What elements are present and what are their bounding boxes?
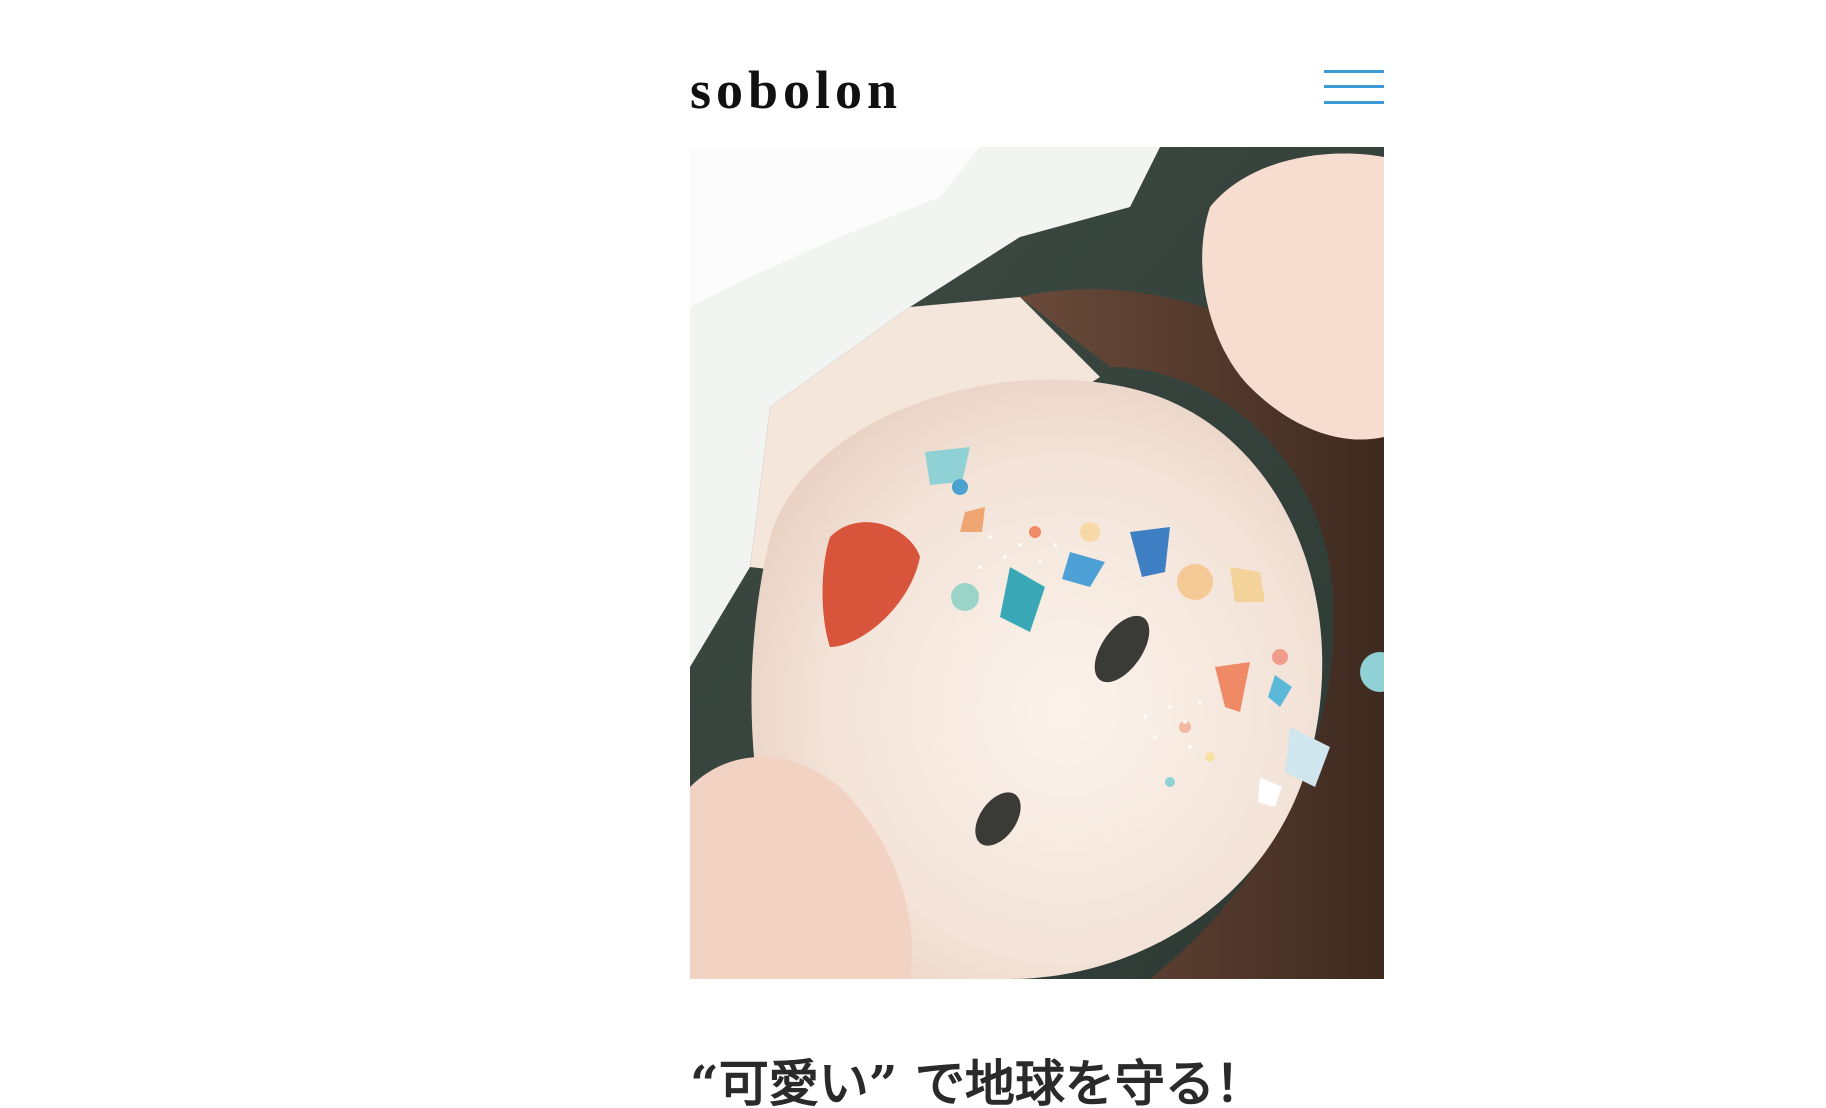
hamburger-menu-icon [1324,70,1384,73]
hamburger-menu-icon-bar [1324,101,1384,104]
hamburger-menu-button[interactable] [1324,68,1384,108]
hero-image [690,147,1384,979]
page: sobolon “可愛い” で地球を守る！ [0,0,1826,1108]
hero-photo-illustration [690,147,1384,979]
site-header: sobolon [690,58,1384,122]
headline: “可愛い” で地球を守る！ [690,1054,1265,1108]
hamburger-menu-icon-bar [1324,85,1384,88]
site-logo[interactable]: sobolon [690,58,902,122]
